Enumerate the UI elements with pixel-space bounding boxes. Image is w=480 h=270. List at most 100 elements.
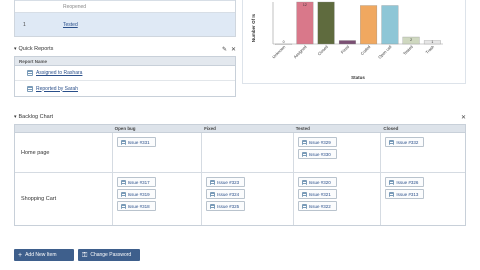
- quick-reports-panel: ▾ Quick Reports ✎ ✕ Report Name Assigned…: [14, 44, 236, 100]
- y-axis-label: Number Of Is: [251, 13, 256, 42]
- x-tick-label: Coded: [359, 44, 371, 56]
- row-status: Reopened: [63, 3, 87, 10]
- column-header: Open bug: [114, 126, 136, 131]
- column-header: Tested: [295, 126, 310, 131]
- issue-chip[interactable]: Issue #324: [206, 189, 246, 199]
- issue-label: Issue #323: [217, 179, 240, 185]
- status-table: Reopened 1 Tested: [14, 0, 236, 37]
- issue-icon: [389, 139, 395, 145]
- quick-reports-header: ▾ Quick Reports ✎ ✕: [14, 44, 236, 54]
- bar-chart-svg: Number Of Is 0Unknown12Assigned Closed Fixe…: [251, 1, 443, 80]
- issue-label: Issue #313: [396, 191, 419, 197]
- backlog-row: Shopping Cart Issue #317 Issue #319 Issue #…: [15, 173, 465, 225]
- x-tick-label: Open call: [377, 44, 393, 60]
- change-password-label: Change Password: [90, 252, 132, 258]
- issue-chip[interactable]: Issue #323: [206, 177, 246, 187]
- list-item: Assigned to Rashara: [15, 66, 235, 81]
- backlog-panel: ▾ Backlog Chart ✕ Open bug Fixed Tested …: [14, 112, 466, 226]
- collapse-triangle-icon[interactable]: ▾: [14, 46, 17, 52]
- backlog-cell: Issue #332: [381, 133, 465, 172]
- bar-fixed: [338, 40, 356, 45]
- issue-chip[interactable]: Issue #321: [297, 189, 337, 199]
- issue-chip[interactable]: Issue #330: [297, 149, 337, 159]
- issue-label: Issue #326: [396, 179, 419, 185]
- issue-chip[interactable]: Issue #320: [297, 177, 337, 187]
- report-link[interactable]: Reported by Sarah: [36, 86, 78, 92]
- data-label: 12: [303, 3, 307, 7]
- backlog-table-header: Open bug Fixed Tested Closed: [15, 125, 465, 133]
- table-row[interactable]: Reopened: [15, 0, 235, 12]
- issue-label: Issue #318: [127, 203, 150, 209]
- backlog-title: Backlog Chart: [18, 114, 54, 120]
- issue-icon: [301, 139, 307, 145]
- issue-chip[interactable]: Issue #332: [385, 137, 425, 147]
- backlog-table: Open bug Fixed Tested Closed Home page Is…: [14, 124, 466, 226]
- bar-coded: [360, 5, 378, 45]
- backlog-row: Home page Issue #331 Issue #329 Issue #330 I…: [15, 133, 465, 173]
- backlog-header: ▾ Backlog Chart ✕: [14, 112, 466, 122]
- backlog-cell: [202, 133, 294, 172]
- backlog-row-label: Home page: [15, 133, 113, 172]
- issue-icon: [120, 203, 126, 209]
- data-label: 0: [283, 40, 285, 44]
- quick-reports-title: Quick Reports: [18, 46, 54, 52]
- x-tick-label: Tested: [402, 44, 414, 56]
- issue-chip[interactable]: Issue #329: [297, 137, 337, 147]
- issue-icon: [301, 179, 307, 185]
- data-label: 1: [431, 40, 433, 44]
- x-tick-label: Assigned: [292, 44, 307, 59]
- add-new-item-label: Add New Item: [25, 252, 57, 258]
- table-row[interactable]: 1 Tested: [15, 12, 235, 36]
- close-icon[interactable]: ✕: [231, 46, 236, 53]
- column-header: Closed: [383, 126, 399, 131]
- x-axis-label: Status: [351, 75, 365, 80]
- issue-chip[interactable]: Issue #325: [206, 201, 246, 211]
- bar-closed: [317, 1, 335, 45]
- key-icon: ⚿: [82, 251, 88, 259]
- issue-label: Issue #320: [308, 179, 331, 185]
- issue-chip[interactable]: Issue #317: [116, 177, 156, 187]
- report-icon: [27, 70, 33, 76]
- x-tick-label: Closed: [316, 44, 328, 56]
- issue-icon: [389, 179, 395, 185]
- issue-icon: [210, 179, 216, 185]
- issue-label: Issue #322: [308, 203, 331, 209]
- collapse-triangle-icon[interactable]: ▾: [14, 114, 17, 120]
- column-header: [15, 125, 113, 132]
- report-name-header: Report Name: [15, 57, 235, 66]
- list-item: Reported by Sarah: [15, 81, 235, 96]
- pencil-icon[interactable]: ✎: [222, 46, 227, 53]
- issue-chip[interactable]: Issue #331: [116, 137, 156, 147]
- issue-chip[interactable]: Issue #313: [385, 189, 425, 199]
- status-link[interactable]: Tested: [63, 22, 78, 28]
- close-icon[interactable]: ✕: [461, 114, 466, 121]
- issue-label: Issue #331: [127, 139, 150, 145]
- data-label: 2: [410, 38, 412, 42]
- issue-chip[interactable]: Issue #318: [116, 201, 156, 211]
- backlog-cell: Issue #331: [113, 133, 203, 172]
- issue-icon: [301, 151, 307, 157]
- issue-icon: [120, 191, 126, 197]
- row-number: 1: [23, 21, 26, 28]
- issue-icon: [301, 191, 307, 197]
- issue-label: Issue #321: [308, 191, 331, 197]
- issue-icon: [120, 179, 126, 185]
- report-link[interactable]: Assigned to Rashara: [36, 70, 82, 76]
- issue-icon: [120, 139, 126, 145]
- issue-label: Issue #319: [127, 191, 150, 197]
- issue-chip[interactable]: Issue #322: [297, 201, 337, 211]
- plus-icon: +: [18, 251, 23, 259]
- quick-reports-table: Report Name Assigned to Rashara Reported…: [14, 56, 236, 97]
- backlog-cell: Issue #320 Issue #321 Issue #322: [294, 173, 382, 225]
- backlog-cell: Issue #329 Issue #330: [294, 133, 382, 172]
- backlog-cell: Issue #326 Issue #313: [381, 173, 465, 225]
- issue-chip[interactable]: Issue #319: [116, 189, 156, 199]
- issue-label: Issue #317: [127, 179, 150, 185]
- bar-unknown: [275, 43, 293, 45]
- report-icon: [27, 85, 33, 92]
- issue-icon: [301, 203, 307, 209]
- add-new-item-button[interactable]: + Add New Item: [14, 249, 74, 261]
- change-password-button[interactable]: ⚿ Change Password: [78, 249, 140, 261]
- issue-chip[interactable]: Issue #326: [385, 177, 425, 187]
- issue-label: Issue #330: [308, 151, 331, 157]
